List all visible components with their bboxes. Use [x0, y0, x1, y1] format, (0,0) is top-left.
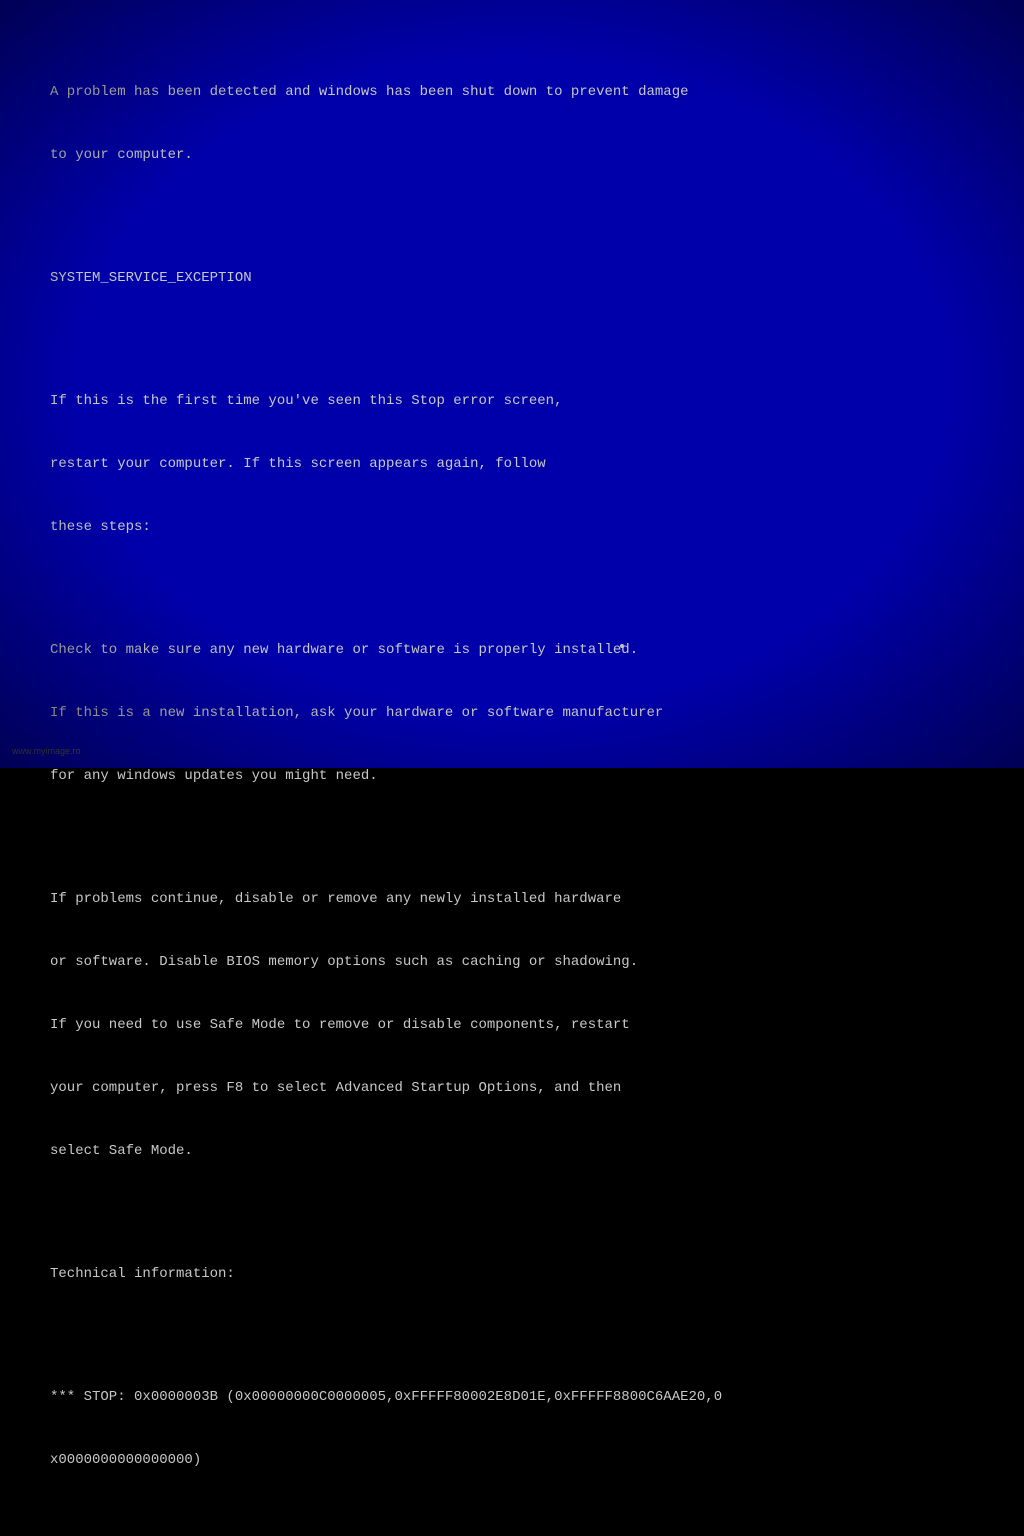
line-13: select Safe Mode.	[50, 1141, 974, 1162]
line-14: Technical information:	[50, 1264, 974, 1285]
stop-line-2: x0000000000000000)	[50, 1450, 974, 1471]
spacer-4	[50, 829, 974, 847]
spacer-6	[50, 1327, 974, 1345]
line-9: If problems continue, disable or remove …	[50, 889, 974, 910]
spacer-7	[50, 1513, 974, 1531]
spacer-3	[50, 580, 974, 598]
line-11: If you need to use Safe Mode to remove o…	[50, 1015, 974, 1036]
line-4: restart your computer. If this screen ap…	[50, 454, 974, 475]
watermark: www.myimage.ro	[12, 745, 81, 759]
cursor-dot	[620, 644, 624, 648]
line-1: A problem has been detected and windows …	[50, 82, 974, 103]
line-5: these steps:	[50, 517, 974, 538]
spacer-5	[50, 1204, 974, 1222]
line-12: your computer, press F8 to select Advanc…	[50, 1078, 974, 1099]
spacer-1	[50, 208, 974, 226]
line-2: to your computer.	[50, 145, 974, 166]
line-6: Check to make sure any new hardware or s…	[50, 640, 974, 661]
line-3: If this is the first time you've seen th…	[50, 391, 974, 412]
bsod-content: A problem has been detected and windows …	[50, 40, 974, 1536]
error-code: SYSTEM_SERVICE_EXCEPTION	[50, 268, 974, 289]
bsod-screen: A problem has been detected and windows …	[0, 0, 1024, 768]
spacer-2	[50, 331, 974, 349]
line-10: or software. Disable BIOS memory options…	[50, 952, 974, 973]
line-8: for any windows updates you might need.	[50, 766, 974, 787]
line-7: If this is a new installation, ask your …	[50, 703, 974, 724]
stop-line-1: *** STOP: 0x0000003B (0x00000000C0000005…	[50, 1387, 974, 1408]
